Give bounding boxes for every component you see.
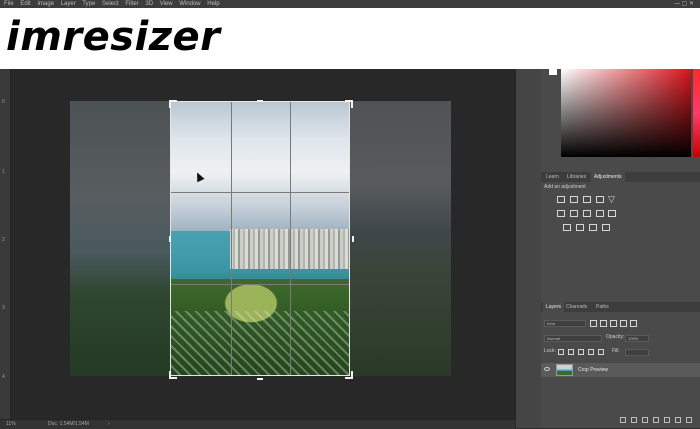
exposure-icon[interactable] — [596, 196, 604, 203]
curves-icon[interactable] — [583, 196, 591, 203]
color-balance-icon[interactable] — [570, 210, 578, 217]
layer-filter-input[interactable]: Kind — [544, 320, 586, 327]
filter-pixel-icon[interactable] — [590, 320, 597, 327]
ruler-label: 4 — [2, 374, 5, 380]
crop-handle-right[interactable] — [346, 236, 354, 242]
levels-icon[interactable] — [570, 196, 578, 203]
menu-file[interactable]: File — [4, 1, 14, 7]
color-sample-swatch[interactable] — [549, 68, 557, 75]
layer-thumbnail[interactable] — [556, 364, 573, 376]
layers-tab-bar: Layers Channels Paths — [541, 302, 700, 312]
menu-image[interactable]: Image — [37, 1, 54, 7]
lock-transparent-icon[interactable] — [558, 349, 564, 355]
menu-type[interactable]: Type — [82, 1, 95, 7]
menu-layer[interactable]: Layer — [61, 1, 76, 7]
watermark-banner: imresizer — [0, 8, 700, 69]
fill-input[interactable] — [625, 349, 649, 356]
black-white-icon[interactable] — [583, 210, 591, 217]
menu-select[interactable]: Select — [102, 1, 119, 7]
blend-mode-select[interactable]: Normal — [544, 335, 602, 342]
tab-paths[interactable]: Paths — [593, 302, 612, 312]
vibrance-icon[interactable]: ▽ — [608, 194, 615, 205]
tab-channels[interactable]: Channels — [563, 302, 590, 312]
tab-learn[interactable]: Learn — [543, 172, 562, 182]
posterize-icon[interactable] — [576, 224, 584, 231]
crop-handle-top-right[interactable] — [345, 100, 353, 108]
fill-label: Fill: — [612, 348, 620, 354]
ruler-label: 1 — [2, 169, 5, 175]
crop-box[interactable] — [170, 101, 350, 376]
lock-pixels-icon[interactable] — [568, 349, 574, 355]
layer-name[interactable]: Crop Preview — [578, 363, 608, 377]
channel-mixer-icon[interactable] — [608, 210, 616, 217]
filter-shape-icon[interactable] — [620, 320, 627, 327]
crop-handle-bottom[interactable] — [257, 372, 263, 380]
menu-bar: File Edit Image Layer Type Select Filter… — [0, 0, 700, 8]
tab-adjustments[interactable]: Adjustments — [591, 172, 625, 182]
eye-icon[interactable] — [544, 367, 550, 371]
crop-handle-top-left[interactable] — [169, 100, 177, 108]
photo-filter-icon[interactable] — [596, 210, 604, 217]
menu-view[interactable]: View — [160, 1, 173, 7]
ruler-label: 0 — [2, 99, 5, 105]
opacity-label: Opacity: — [606, 334, 625, 340]
adjustments-hint: Add an adjustment — [544, 184, 586, 190]
ruler-label: 2 — [2, 237, 5, 243]
link-icon[interactable] — [620, 417, 626, 423]
lock-artboard-icon[interactable] — [588, 349, 594, 355]
menu-help[interactable]: Help — [207, 1, 219, 7]
hue-saturation-icon[interactable] — [557, 210, 565, 217]
brand-logo: imresizer — [6, 14, 221, 60]
folder-icon[interactable] — [664, 417, 670, 423]
menu-window[interactable]: Window — [179, 1, 200, 7]
lock-label: Lock: — [544, 348, 556, 354]
gradient-map-icon[interactable] — [602, 224, 610, 231]
adjustments-tab-bar: Learn Libraries Adjustments — [541, 172, 700, 182]
vertical-ruler: 0 1 2 3 4 — [0, 69, 11, 419]
brightness-icon[interactable] — [557, 196, 565, 203]
window-controls[interactable]: — ▢ ✕ — [674, 0, 694, 8]
menu-filter[interactable]: Filter — [125, 1, 138, 7]
fx-icon[interactable] — [631, 417, 637, 423]
tab-libraries[interactable]: Libraries — [564, 172, 589, 182]
cropped-out-left — [70, 101, 170, 376]
adjustment-icon[interactable] — [653, 417, 659, 423]
filter-adjustment-icon[interactable] — [600, 320, 607, 327]
crop-handle-bottom-left[interactable] — [169, 371, 177, 379]
collapsed-panel-dock[interactable] — [515, 69, 542, 428]
filter-type-icon[interactable] — [610, 320, 617, 327]
color-picker-field[interactable] — [561, 69, 691, 157]
ruler-label: 3 — [2, 305, 5, 311]
tab-layers[interactable]: Layers — [543, 302, 565, 312]
crop-handle-top[interactable] — [257, 100, 263, 108]
threshold-icon[interactable] — [589, 224, 597, 231]
lock-all-icon[interactable] — [598, 349, 604, 355]
mask-icon[interactable] — [642, 417, 648, 423]
menu-3d[interactable]: 3D — [145, 1, 153, 7]
lock-position-icon[interactable] — [578, 349, 584, 355]
crop-handle-left[interactable] — [169, 236, 177, 242]
menu-items: File Edit Image Layer Type Select Filter… — [4, 0, 225, 8]
cropped-out-right — [350, 101, 451, 376]
opacity-input[interactable]: 100% — [625, 335, 649, 342]
invert-icon[interactable] — [563, 224, 571, 231]
hue-slider[interactable] — [693, 69, 700, 157]
crop-handle-bottom-right[interactable] — [345, 371, 353, 379]
trash-icon[interactable] — [686, 417, 692, 423]
menu-edit[interactable]: Edit — [20, 1, 30, 7]
new-layer-icon[interactable] — [675, 417, 681, 423]
filter-smart-icon[interactable] — [630, 320, 637, 327]
